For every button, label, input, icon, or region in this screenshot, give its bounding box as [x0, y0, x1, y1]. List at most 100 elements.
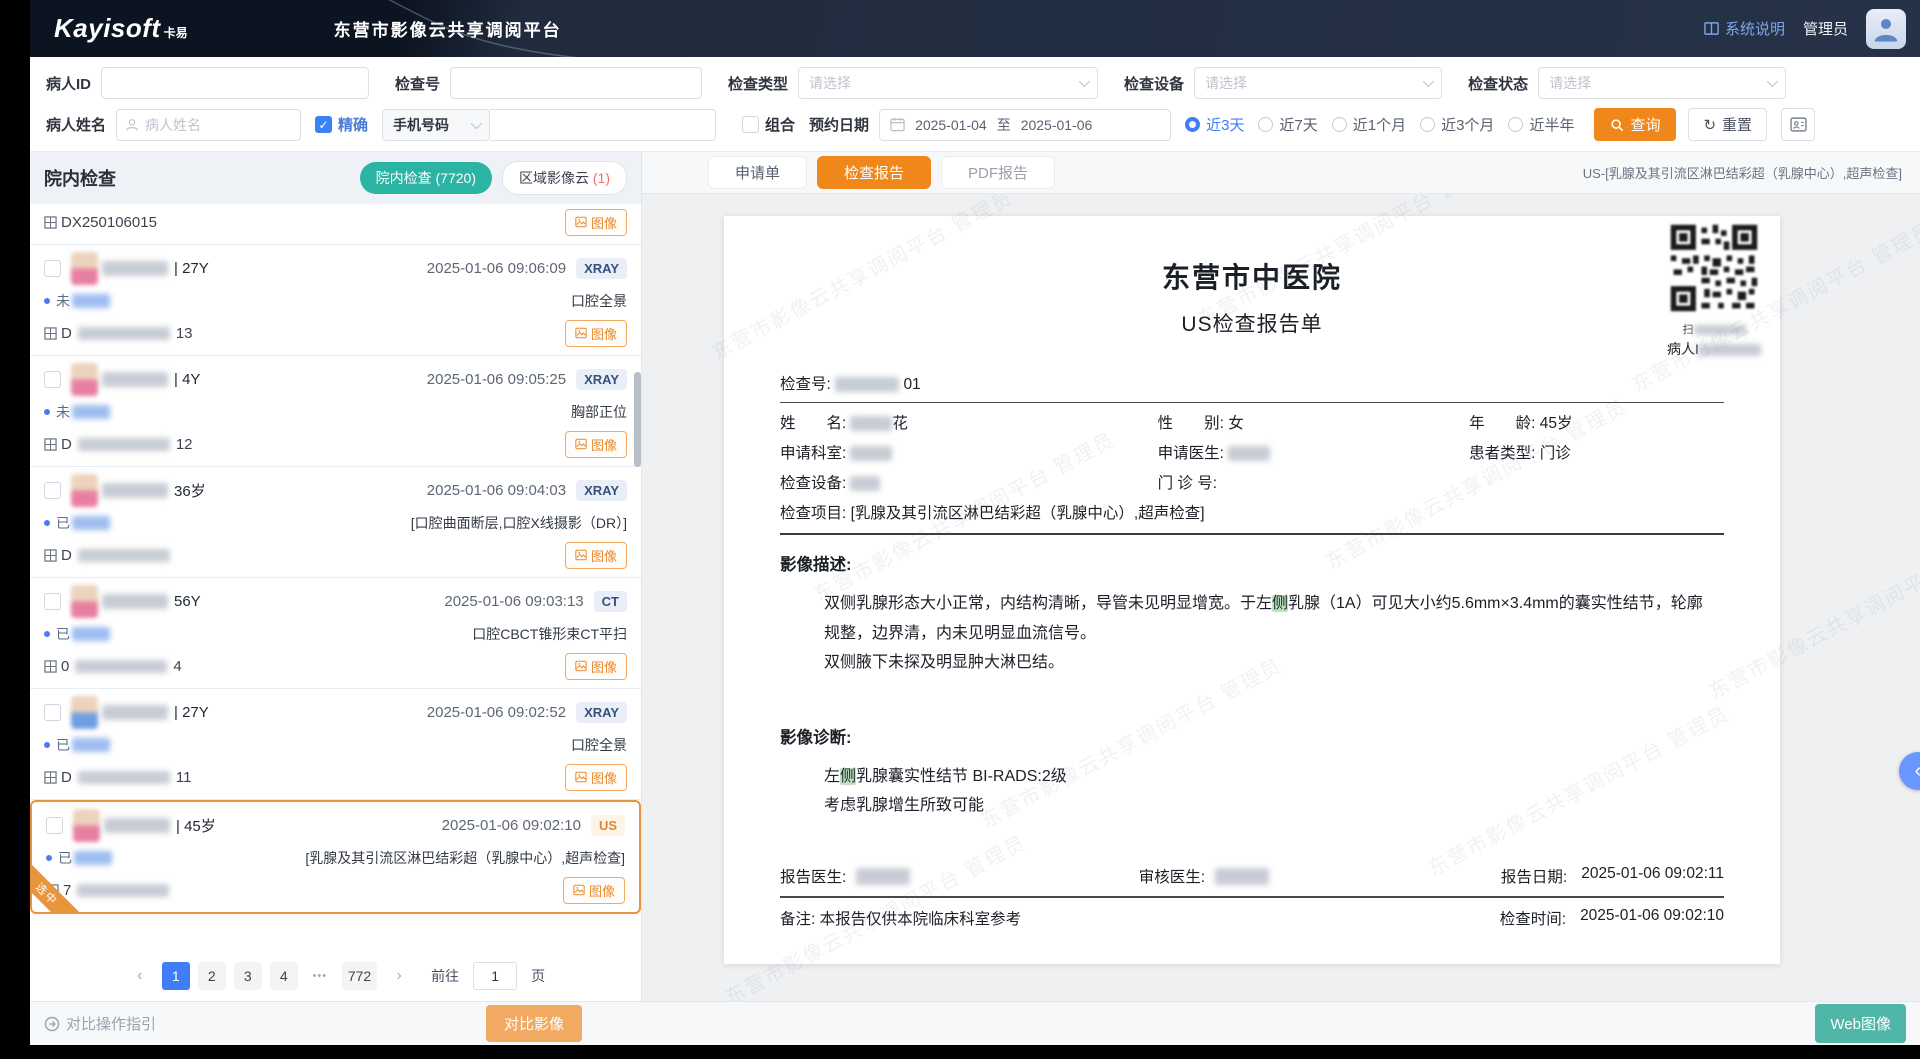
item-checkbox[interactable]: [44, 704, 61, 721]
device-field: 检查设备:: [780, 469, 1158, 499]
list-item[interactable]: | 27Y 2025-01-06 09:06:09 XRAY 未 口腔全景: [30, 245, 641, 356]
exam-item-field: 检查项目: [乳腺及其引流区淋巴结彩超（乳腺中心）,超声检查]: [780, 499, 1205, 529]
open-image-button[interactable]: 图像: [563, 877, 625, 904]
review-doctor-field: 审核医生:: [1139, 865, 1498, 887]
search-button[interactable]: 查询: [1594, 108, 1676, 141]
page-button-3[interactable]: 3: [234, 962, 262, 990]
report-sheet-area: 东营市中医院 US检查报告单: [642, 194, 1920, 1001]
system-help-link[interactable]: 系统说明: [1704, 18, 1785, 39]
avatar: [71, 474, 98, 507]
patient-age: | 4Y: [174, 371, 200, 388]
manual-icon: [1704, 21, 1719, 36]
web-image-button[interactable]: Web图像: [1815, 1004, 1906, 1043]
main-area: 院内检查 院内检查 (7720) 区域影像云 (1) DX250106015: [30, 152, 1920, 1001]
exact-checkbox[interactable]: ✓: [315, 116, 332, 133]
compare-images-button[interactable]: 对比影像: [486, 1005, 582, 1042]
page-button-1[interactable]: 1: [162, 962, 190, 990]
phone-field-select[interactable]: 手机号码: [382, 109, 490, 141]
page-button-4[interactable]: 4: [270, 962, 298, 990]
tab-pdf-report[interactable]: PDF报告: [941, 156, 1055, 189]
page-button-772[interactable]: 772: [342, 962, 377, 990]
reset-button[interactable]: ↻ 重置: [1688, 108, 1767, 141]
combo-checkbox[interactable]: [742, 116, 759, 133]
list-item[interactable]: 56Y 2025-01-06 09:03:13 CT 已 口腔CBCT锥形束CT…: [30, 578, 641, 689]
gender-field: 性 别: 女: [1158, 409, 1470, 439]
list-item[interactable]: 36岁 2025-01-06 09:04:03 XRAY 已 [口腔曲面断层,口…: [30, 467, 641, 578]
open-image-button[interactable]: 图像: [565, 431, 627, 458]
image-icon: [573, 884, 585, 896]
open-image-label: 图像: [591, 657, 617, 676]
search-icon: [1610, 118, 1624, 132]
status-select[interactable]: 请选择: [1538, 67, 1786, 99]
image-icon: [575, 216, 587, 228]
report-panel: 申请单 检查报告 PDF报告 US-[乳腺及其引流区淋巴结彩超（乳腺中心）,超声…: [642, 152, 1920, 1001]
range-radio-7days[interactable]: [1258, 117, 1273, 132]
tab-hospital-exams[interactable]: 院内检查 (7720): [360, 162, 492, 194]
layout-toggle-button[interactable]: [1781, 108, 1815, 141]
masked-status: [72, 516, 110, 530]
list-item[interactable]: | 4Y 2025-01-06 09:05:25 XRAY 未 胸部正位: [30, 356, 641, 467]
open-image-button[interactable]: 图像: [565, 209, 627, 236]
user-avatar[interactable]: [1866, 9, 1906, 49]
item-checkbox[interactable]: [44, 371, 61, 388]
patient-id-label: 病人ID: [46, 73, 91, 94]
modality-badge: XRAY: [576, 369, 627, 390]
accession-number: D13: [44, 325, 193, 342]
patient-id-prefix: 病人I: [1667, 341, 1699, 357]
prev-page-button[interactable]: ‹: [126, 962, 154, 990]
range-label-1month[interactable]: 近1个月: [1353, 114, 1406, 135]
range-label-7days[interactable]: 近7天: [1279, 114, 1317, 135]
range-radio-halfyear[interactable]: [1508, 117, 1523, 132]
item-checkbox[interactable]: [44, 593, 61, 610]
outpatient-no-field: 门 诊 号:: [1158, 469, 1470, 499]
tab-exam-report[interactable]: 检查报告: [817, 156, 931, 189]
open-image-button[interactable]: 图像: [565, 542, 627, 569]
accession-number: DX250106015: [44, 214, 157, 231]
check-icon: ✓: [318, 118, 328, 132]
date-range-picker[interactable]: 2025-01-04 至 2025-01-06: [879, 109, 1171, 141]
phone-input[interactable]: [490, 109, 716, 141]
next-page-button[interactable]: ›: [385, 962, 413, 990]
page-button-2[interactable]: 2: [198, 962, 226, 990]
exam-type-select[interactable]: 请选择: [798, 67, 1098, 99]
accession-suffix: 13: [176, 325, 193, 342]
range-label-3days[interactable]: 近3天: [1206, 114, 1244, 135]
range-radio-3days[interactable]: [1185, 117, 1200, 132]
image-icon: [575, 771, 587, 783]
range-radio-3months[interactable]: [1420, 117, 1435, 132]
exam-no-input[interactable]: [450, 67, 702, 99]
patient-id-input[interactable]: [101, 67, 369, 99]
goto-label: 前往: [431, 966, 459, 986]
range-label-halfyear[interactable]: 近半年: [1529, 114, 1574, 135]
patient-id-line: 病人I: [1664, 339, 1764, 359]
chevron-down-icon: [1079, 76, 1090, 87]
item-checkbox[interactable]: [46, 817, 63, 834]
range-label-3months[interactable]: 近3个月: [1441, 114, 1494, 135]
masked-report-doctor: [856, 868, 910, 885]
more-pages-button[interactable]: •••: [306, 962, 334, 990]
list-item-selected[interactable]: | 45岁 2025-01-06 09:02:10 US 已 [乳腺及其引流区淋…: [30, 800, 641, 914]
open-image-button[interactable]: 图像: [565, 653, 627, 680]
patient-age: 56Y: [174, 593, 201, 610]
masked-patient-name: [102, 261, 168, 276]
open-image-button[interactable]: 图像: [565, 764, 627, 791]
open-image-button[interactable]: 图像: [565, 320, 627, 347]
tab-regional-cloud[interactable]: 区域影像云 (1): [502, 161, 627, 195]
patient-age: 36岁: [174, 480, 206, 501]
item-checkbox[interactable]: [44, 482, 61, 499]
masked-req-doctor: [1228, 446, 1270, 461]
left-panel-scrollbar[interactable]: [634, 372, 641, 467]
report-footer: 报告医生: 审核医生: 报告日期:2025-01-06 09:02:11 备注:…: [780, 856, 1724, 938]
range-radio-1month[interactable]: [1332, 117, 1347, 132]
patient-name-input[interactable]: 病人姓名: [116, 109, 301, 141]
goto-page-input[interactable]: [473, 962, 517, 990]
item-checkbox[interactable]: [44, 260, 61, 277]
list-item-partial[interactable]: DX250106015 图像: [30, 204, 641, 245]
list-item[interactable]: | 27Y 2025-01-06 09:02:52 XRAY 已 口腔全景: [30, 689, 641, 800]
compare-guide[interactable]: 对比操作指引: [44, 1013, 156, 1034]
device-select[interactable]: 请选择: [1194, 67, 1442, 99]
masked-device: [850, 476, 880, 491]
person-icon: [1871, 14, 1901, 44]
open-image-label: 图像: [589, 881, 615, 900]
tab-request-form[interactable]: 申请单: [708, 156, 807, 189]
